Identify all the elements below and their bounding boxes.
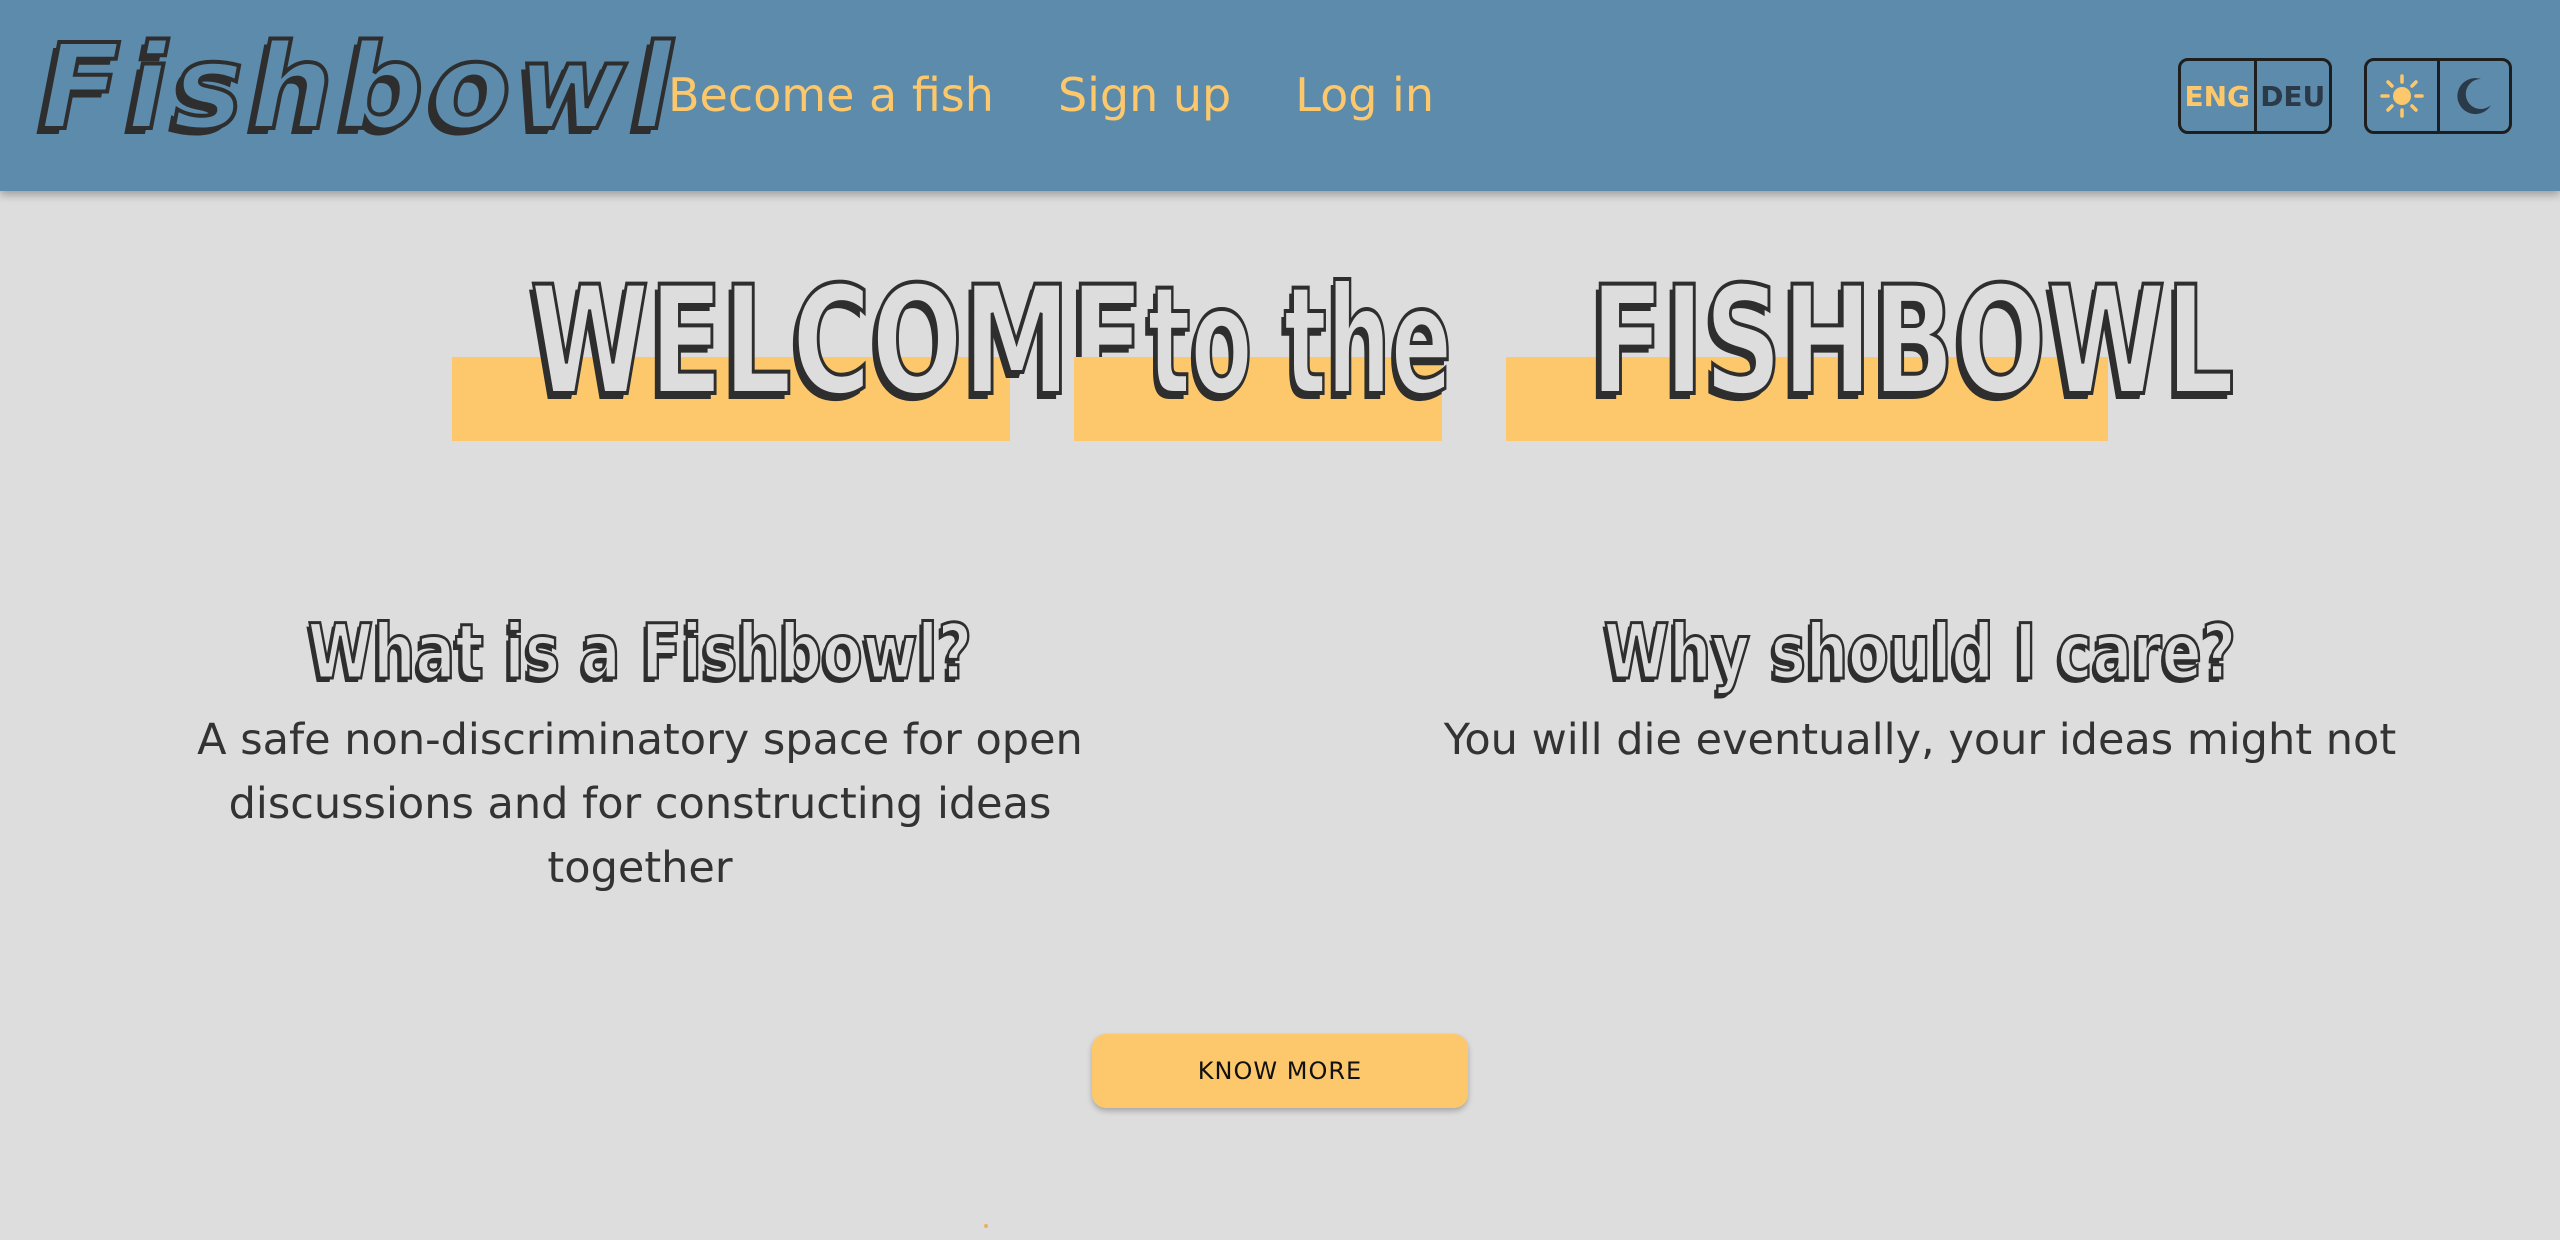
section-why-care: Why should I care? You will die eventual… [1370,602,2470,772]
know-more-button[interactable]: KNOW MORE [1092,1034,1468,1108]
light-theme-button[interactable] [2367,61,2437,131]
language-toggle: ENG DEU [2178,58,2332,134]
dark-theme-button[interactable] [2436,61,2510,131]
theme-toggle [2364,58,2512,134]
nav-become-a-fish[interactable]: Become a fish [668,68,994,122]
hero-title-word: WELCOME [529,255,1146,429]
nav-log-in[interactable]: Log in [1295,68,1434,122]
main-nav: Become a fish Sign up Log in [668,60,1434,130]
sun-icon [2380,74,2424,118]
logo[interactable]: Fishbowl [38,12,678,162]
section-heading: Why should I care? [1603,606,2238,698]
hero-title-word: to the [1146,255,1453,429]
nav-sign-up[interactable]: Sign up [1058,68,1231,122]
hero-word-fishbowl: FISHBOWL [1506,255,2236,441]
lang-eng-button[interactable]: ENG [2181,61,2254,131]
hero-word-to-the: to the [1074,255,1453,441]
decorative-dot [984,1224,988,1228]
hero-word-welcome: WELCOME [452,255,1146,441]
moon-icon [2457,78,2492,115]
section-description: A safe non-discriminatory space for open… [197,715,1083,893]
section-description: You will die eventually, your ideas migh… [1443,715,2397,765]
site-header: Fishbowl Become a fish Sign up Log in EN… [0,0,2560,191]
hero-title-word: FISHBOWL [1589,255,2236,429]
lang-deu-button[interactable]: DEU [2253,61,2330,131]
section-what-is: What is a Fishbowl? A safe non-discrimin… [90,602,1190,900]
section-heading: What is a Fishbowl? [307,606,974,698]
